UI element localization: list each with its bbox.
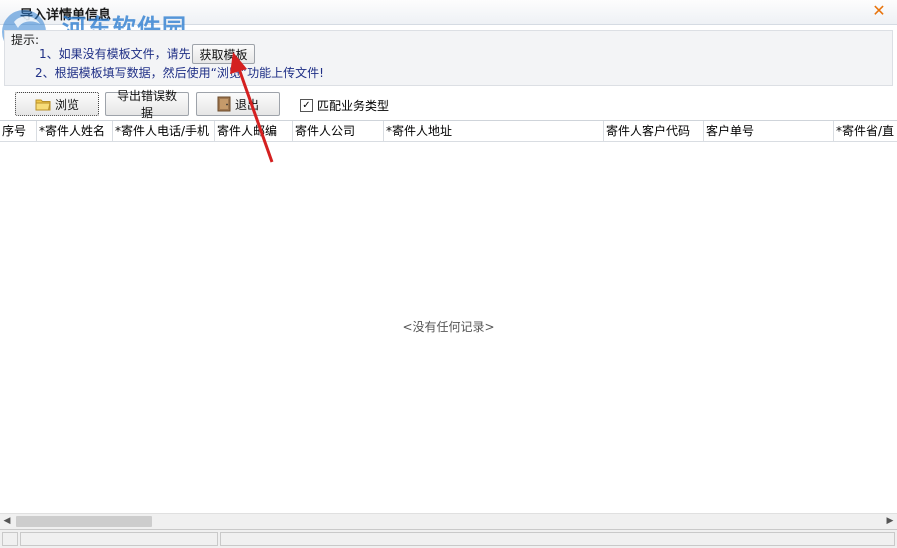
- column-header[interactable]: 序号: [0, 121, 37, 141]
- horizontal-scrollbar[interactable]: ◀ ▶: [0, 513, 897, 529]
- match-business-type-label: 匹配业务类型: [317, 99, 390, 113]
- export-errors-label: 导出错误数据: [116, 89, 177, 120]
- column-header[interactable]: 寄件人公司: [293, 121, 384, 141]
- column-header[interactable]: *寄件人姓名: [37, 121, 113, 141]
- exit-button[interactable]: 退出: [196, 92, 280, 116]
- status-panel-grip: [2, 532, 18, 546]
- browse-label: 浏览: [54, 97, 79, 112]
- status-panel-left: [20, 532, 218, 546]
- title-bar: 导入详情单信息 ✕: [0, 0, 897, 25]
- scrollbar-thumb[interactable]: [16, 516, 152, 527]
- status-panel-right: [220, 532, 895, 546]
- column-header[interactable]: 寄件人邮编: [215, 121, 293, 141]
- hint-line-1: 1、如果没有模板文件，请先: [39, 47, 191, 61]
- get-template-button[interactable]: 获取模板: [192, 44, 255, 64]
- browse-button[interactable]: 浏览: [15, 92, 99, 116]
- scroll-right-icon[interactable]: ▶: [883, 514, 897, 529]
- close-icon[interactable]: ✕: [871, 2, 887, 20]
- column-header[interactable]: *寄件人电话/手机: [113, 121, 215, 141]
- column-header[interactable]: *寄件人地址: [384, 121, 604, 141]
- status-bar: [0, 529, 897, 548]
- door-icon: [217, 96, 231, 112]
- hint-line-2: 2、根据模板填写数据，然后使用“浏览”功能上传文件!: [35, 66, 324, 80]
- exit-label: 退出: [234, 97, 259, 112]
- hint-group: 提示: 1、如果没有模板文件，请先 2、根据模板填写数据，然后使用“浏览”功能上…: [4, 30, 893, 86]
- empty-records-text: <没有任何记录>: [402, 320, 495, 334]
- window-title: 导入详情单信息: [20, 8, 112, 23]
- hint-label: 提示:: [11, 33, 40, 47]
- scroll-left-icon[interactable]: ◀: [0, 514, 14, 529]
- column-header[interactable]: 客户单号: [704, 121, 834, 141]
- column-header[interactable]: 寄件人客户代码: [604, 121, 704, 141]
- folder-icon: [35, 99, 51, 110]
- grid-header: 序号 *寄件人姓名 *寄件人电话/手机 寄件人邮编 寄件人公司 *寄件人地址 寄…: [0, 120, 897, 142]
- export-errors-button[interactable]: 导出错误数据: [105, 89, 189, 120]
- column-header[interactable]: *寄件省/直: [834, 121, 897, 141]
- check-icon[interactable]: ✓: [300, 99, 313, 112]
- match-business-type-checkbox[interactable]: ✓ 匹配业务类型: [300, 97, 389, 114]
